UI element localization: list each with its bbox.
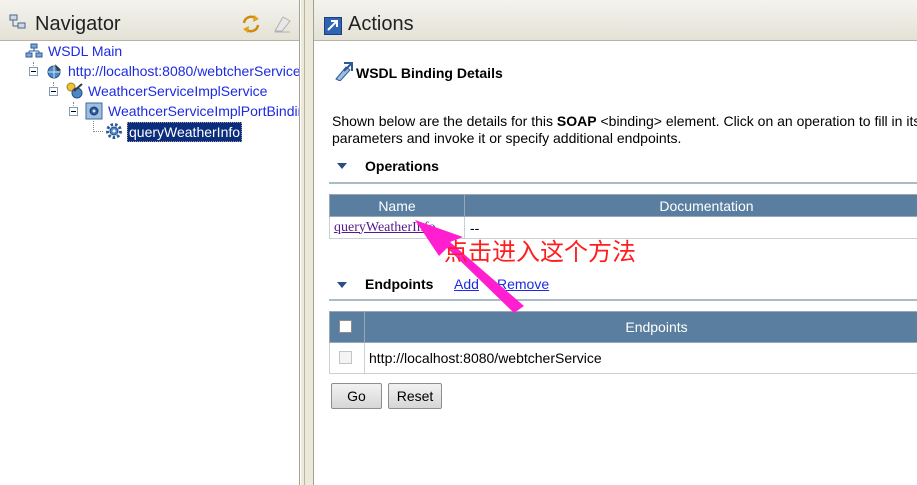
actions-titlebar: Actions xyxy=(314,0,917,41)
description-text: parameters and invoke it or specify addi… xyxy=(332,130,682,146)
wsdl-service-icon xyxy=(47,64,61,79)
refresh-icon[interactable] xyxy=(240,14,262,34)
splitter-line xyxy=(304,0,305,485)
section-divider xyxy=(329,182,917,184)
navigator-titlebar: Navigator xyxy=(0,0,299,41)
binding-icon xyxy=(85,102,103,120)
actions-title: Actions xyxy=(348,13,414,35)
description: Shown below are the details for this SOA… xyxy=(332,113,917,147)
column-header-endpoints: Endpoints xyxy=(364,311,917,343)
tree-connector xyxy=(93,131,103,132)
select-all-cell xyxy=(329,311,365,343)
go-button[interactable]: Go xyxy=(331,383,382,409)
description-bold: SOAP xyxy=(556,113,597,129)
section-divider xyxy=(329,299,917,301)
navigator-icon xyxy=(9,14,26,29)
endpoints-heading: Endpoints xyxy=(365,276,434,292)
select-all-checkbox[interactable] xyxy=(339,320,352,333)
annotation-text: 点击进入这个方法 xyxy=(444,238,636,266)
operations-heading: Operations xyxy=(365,158,439,174)
remove-endpoint-link[interactable]: Remove xyxy=(497,276,549,292)
description-text: Shown below are the details for this xyxy=(332,113,557,129)
section-collapse-icon[interactable] xyxy=(337,282,347,288)
reset-button[interactable]: Reset xyxy=(388,383,442,409)
column-header-documentation: Documentation xyxy=(464,194,917,217)
tree-item-label: WSDL Main xyxy=(48,43,123,59)
endpoint-url: http://localhost:8080/webtcherService xyxy=(364,342,917,374)
description-text: <binding> element. Click on an operation… xyxy=(596,113,917,129)
collapse-toggle[interactable] xyxy=(69,107,78,116)
collapse-toggle[interactable] xyxy=(49,87,58,96)
operation-link[interactable]: queryWeatherInfo xyxy=(334,220,436,235)
row-select-cell xyxy=(329,342,365,374)
table-row: http://localhost:8080/webtcherService xyxy=(329,342,917,374)
wsdl-main-icon xyxy=(25,43,43,58)
operation-gear-icon xyxy=(106,123,122,139)
page-heading: WSDL Binding Details xyxy=(356,65,503,81)
navigator-title: Navigator xyxy=(35,13,121,35)
tree-item-label: WeathcerServiceImplService xyxy=(88,83,268,99)
navigator-pane: Navigator WSDL Main http://localhost:808… xyxy=(0,0,300,485)
tree-item-label: http://localhost:8080/webtcherService xyxy=(68,63,300,79)
clear-icon[interactable] xyxy=(272,14,292,34)
row-checkbox[interactable] xyxy=(339,351,352,364)
tree-item-label: WeathcerServiceImplPortBinding xyxy=(108,103,300,119)
section-collapse-icon[interactable] xyxy=(337,163,347,169)
column-header-name: Name xyxy=(329,194,465,217)
wsdl-binding-icon xyxy=(335,62,353,81)
endpoints-table: Endpoints http://localhost:8080/webtcher… xyxy=(329,311,917,374)
actions-icon xyxy=(324,17,342,35)
service-icon xyxy=(66,82,83,99)
collapse-toggle[interactable] xyxy=(29,67,38,76)
pane-splitter[interactable] xyxy=(300,0,313,485)
add-endpoint-link[interactable]: Add xyxy=(454,276,479,292)
tree-item-label: queryWeatherInfo xyxy=(127,122,243,142)
